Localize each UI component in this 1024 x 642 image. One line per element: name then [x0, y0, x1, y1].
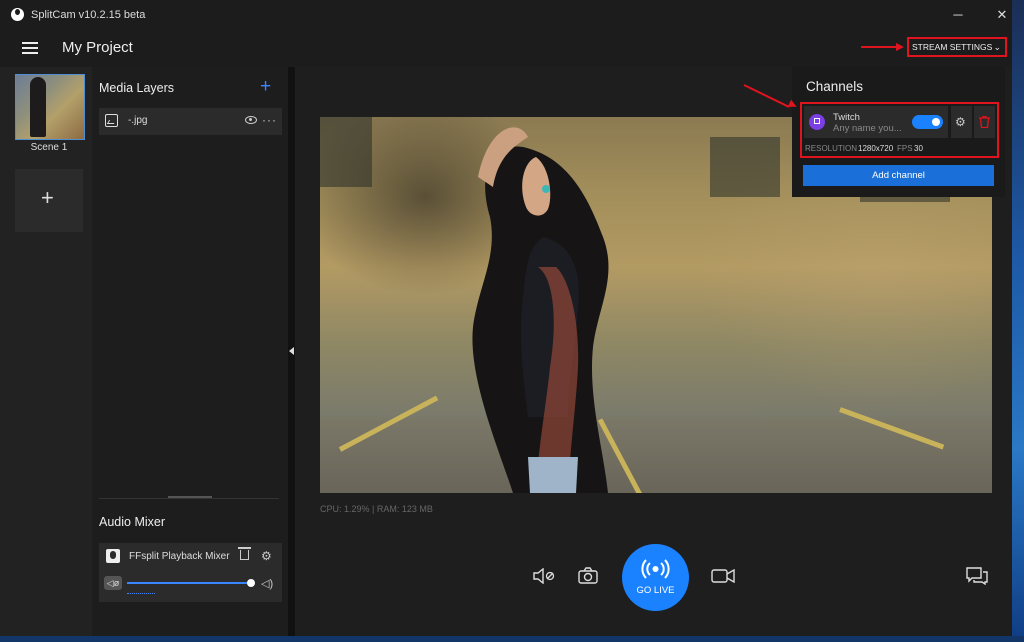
- video-camera-icon[interactable]: [711, 568, 735, 587]
- chevron-down-icon: ⌄: [993, 42, 1001, 52]
- resize-handle[interactable]: [168, 496, 212, 498]
- mute-microphone-icon[interactable]: [532, 567, 556, 588]
- go-live-label: GO LIVE: [636, 585, 675, 596]
- speaker-icon: ◁): [261, 578, 274, 590]
- window-title: SplitCam v10.2.15 beta: [31, 9, 146, 21]
- collapse-panel-icon[interactable]: [289, 347, 294, 355]
- volume-slider-thumb[interactable]: [247, 579, 255, 587]
- hamburger-menu-icon[interactable]: [22, 42, 38, 54]
- panel-divider: [99, 498, 279, 499]
- audio-source-item: FFsplit Playback Mixer ⚙ ◁ø ◁): [99, 543, 282, 602]
- channel-highlight-box: [800, 102, 999, 158]
- stream-settings-dropdown[interactable]: STREAM SETTINGS ⌄: [907, 37, 1007, 57]
- plus-icon: +: [41, 185, 54, 210]
- eye-icon[interactable]: [245, 116, 257, 124]
- layer-item[interactable]: -.jpg ···: [99, 108, 282, 135]
- minimize-button[interactable]: ─: [948, 5, 968, 25]
- camera-snapshot-icon[interactable]: [578, 567, 598, 588]
- more-options-icon[interactable]: ···: [262, 113, 277, 127]
- chat-icon[interactable]: [966, 567, 988, 590]
- image-icon: [105, 114, 118, 127]
- project-header: [0, 29, 1012, 67]
- desktop-background: [0, 636, 1024, 642]
- title-bar: [0, 0, 1012, 29]
- add-scene-button[interactable]: +: [15, 169, 83, 232]
- broadcast-icon: [641, 559, 670, 579]
- channels-title: Channels: [806, 79, 864, 94]
- desktop-background: [1012, 0, 1024, 642]
- audio-source-name: FFsplit Playback Mixer: [129, 551, 230, 562]
- scene-thumbnail[interactable]: [15, 74, 85, 140]
- close-button[interactable]: ✕: [992, 5, 1012, 25]
- layer-name: -.jpg: [128, 115, 148, 126]
- add-channel-button[interactable]: Add channel: [803, 165, 994, 186]
- go-live-button[interactable]: GO LIVE: [622, 544, 689, 611]
- add-layer-button[interactable]: +: [260, 77, 271, 96]
- audio-level-meter: [127, 593, 155, 594]
- splitcam-app: SplitCam v10.2.15 beta ─ ✕ My Project ST…: [0, 0, 1012, 636]
- stream-settings-label: STREAM SETTINGS: [912, 42, 993, 52]
- scene-label: Scene 1: [30, 142, 68, 153]
- media-layers-title: Media Layers: [99, 81, 175, 95]
- annotation-arrow: [861, 46, 897, 48]
- splitcam-logo-icon: [11, 8, 24, 21]
- performance-stats: CPU: 1.29% | RAM: 123 MB: [320, 504, 433, 514]
- project-title: My Project: [62, 39, 133, 56]
- volume-slider-track[interactable]: [127, 582, 251, 584]
- trash-icon[interactable]: [238, 547, 251, 560]
- audio-mixer-title: Audio Mixer: [99, 515, 165, 529]
- microphone-icon: [106, 549, 120, 563]
- annotation-arrow-head: [896, 43, 904, 51]
- person-silhouette: [472, 127, 609, 493]
- mute-toggle[interactable]: ◁ø: [104, 576, 122, 590]
- gear-icon[interactable]: ⚙: [261, 550, 272, 562]
